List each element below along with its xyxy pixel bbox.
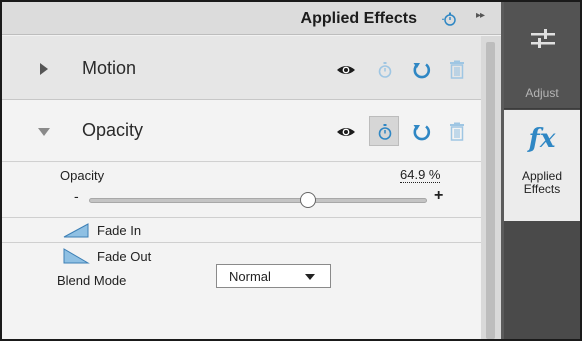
effect-row-motion[interactable]: Motion bbox=[2, 36, 481, 100]
double-chevron-right-icon[interactable]: ▸▸ bbox=[476, 10, 485, 21]
chevron-down-icon bbox=[305, 274, 315, 280]
right-sidebar: Adjust fx Applied Effects bbox=[501, 2, 580, 339]
opacity-value[interactable]: 64.9 % bbox=[400, 168, 441, 183]
sidebar-adjust-label: Adjust bbox=[525, 86, 559, 100]
slider-minus-label: - bbox=[74, 188, 79, 204]
fade-in-label: Fade In bbox=[97, 223, 142, 238]
panel-header: Applied Effects ▸▸ bbox=[2, 2, 501, 35]
applied-effects-panel: Applied Effects ▸▸ Motion Opacity Opacit… bbox=[2, 2, 501, 339]
app-frame: Applied Effects ▸▸ Motion Opacity Opacit… bbox=[0, 0, 582, 341]
opacity-slider-thumb[interactable] bbox=[300, 192, 317, 208]
sidebar-adjust-button[interactable]: Adjust bbox=[504, 2, 580, 109]
fade-in-row[interactable]: Fade In bbox=[2, 218, 481, 242]
fx-icon: fx bbox=[528, 124, 556, 154]
trash-icon[interactable] bbox=[447, 60, 467, 80]
sliders-icon bbox=[530, 26, 556, 52]
fade-out-label: Fade Out bbox=[97, 249, 152, 264]
reset-icon[interactable] bbox=[411, 122, 431, 142]
effects-list: Motion Opacity Opacity 64.9 % - + Fade I… bbox=[2, 36, 481, 339]
blend-mode-label: Blend Mode bbox=[57, 273, 127, 288]
stopwatch-small-icon[interactable] bbox=[442, 11, 458, 27]
effect-name-opacity: Opacity bbox=[82, 120, 144, 140]
effect-name-motion: Motion bbox=[82, 58, 137, 78]
eye-icon[interactable] bbox=[336, 122, 356, 142]
blend-mode-dropdown[interactable]: Normal bbox=[216, 264, 331, 288]
expand-triangle-icon[interactable] bbox=[40, 63, 48, 75]
scrollbar-thumb[interactable] bbox=[486, 42, 495, 339]
reset-icon[interactable] bbox=[411, 60, 431, 80]
opacity-properties: Opacity 64.9 % - + Fade In Fade Out Blen… bbox=[2, 163, 481, 339]
trash-icon[interactable] bbox=[447, 122, 467, 142]
panel-title: Applied Effects bbox=[300, 10, 417, 27]
divider bbox=[2, 242, 481, 243]
sidebar-applied-effects-label-line2: Effects bbox=[523, 182, 561, 196]
stopwatch-icon[interactable] bbox=[375, 60, 395, 80]
eye-icon[interactable] bbox=[336, 60, 356, 80]
effect-row-opacity[interactable]: Opacity bbox=[2, 100, 481, 162]
opacity-slider-track[interactable] bbox=[89, 198, 427, 203]
sidebar-applied-effects-button[interactable]: fx Applied Effects bbox=[504, 110, 580, 221]
collapse-triangle-icon[interactable] bbox=[38, 128, 50, 136]
fade-out-icon bbox=[62, 247, 90, 265]
blend-mode-value: Normal bbox=[229, 269, 271, 284]
opacity-label: Opacity bbox=[60, 168, 105, 183]
slider-plus-label: + bbox=[434, 187, 444, 204]
stopwatch-icon[interactable] bbox=[375, 122, 395, 142]
sidebar-applied-effects-label: Applied Effects bbox=[504, 170, 580, 196]
fade-in-icon bbox=[62, 221, 90, 239]
